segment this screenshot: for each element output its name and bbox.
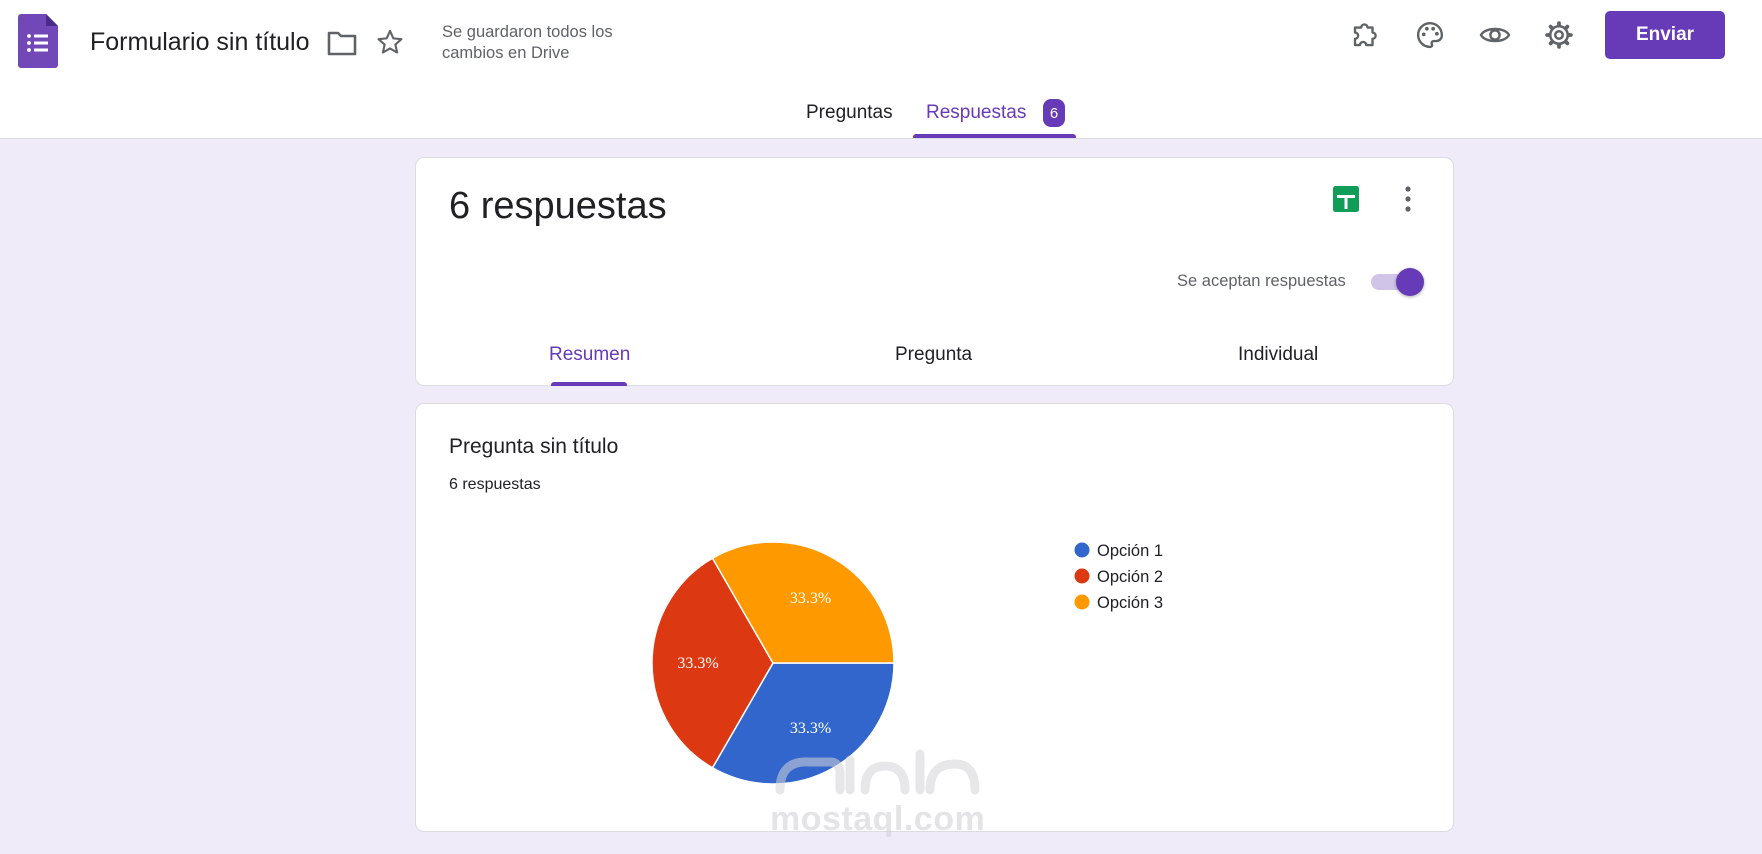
toggle-knob [1396, 268, 1424, 296]
app-header: Formulario sin título Se guardaron todos… [0, 0, 1762, 139]
watermark-arabic-logo-icon [775, 749, 980, 795]
legend-label-3: Opción 3 [1097, 594, 1163, 612]
legend-swatch-1 [1074, 542, 1090, 558]
form-title[interactable]: Formulario sin título [90, 28, 310, 57]
star-icon[interactable] [374, 26, 406, 58]
tab-questions[interactable]: Preguntas [806, 102, 893, 124]
legend-label-2: Opción 2 [1097, 568, 1163, 586]
pie-slice-label-3: 33.3% [790, 590, 831, 607]
addon-icon[interactable] [1348, 18, 1382, 52]
subtab-question[interactable]: Pregunta [895, 344, 972, 366]
send-button[interactable]: Enviar [1605, 11, 1725, 59]
watermark-logo: mostaql.com [770, 740, 990, 840]
save-status-text: Se guardaron todos los cambios en Drive [442, 23, 613, 62]
active-subtab-indicator [551, 382, 627, 386]
accepting-responses-toggle[interactable] [1371, 267, 1425, 296]
accepting-responses-label: Se aceptan respuestas [1177, 272, 1346, 290]
pie-slice-label-1: 33.3% [790, 720, 831, 737]
active-tab-indicator [913, 134, 1076, 138]
settings-gear-icon[interactable] [1542, 18, 1576, 52]
legend-label-1: Opción 1 [1097, 542, 1163, 560]
more-vert-icon[interactable] [1402, 183, 1414, 215]
subtab-individual[interactable]: Individual [1238, 344, 1318, 366]
forms-logo-icon[interactable] [18, 14, 58, 68]
tab-responses[interactable]: Respuestas [926, 102, 1026, 124]
pie-slice-label-2: 33.3% [677, 655, 718, 672]
sheets-icon[interactable] [1333, 186, 1359, 212]
responses-count-title: 6 respuestas [449, 185, 667, 227]
folder-icon[interactable] [326, 27, 358, 59]
legend-swatch-3 [1074, 594, 1090, 610]
palette-icon[interactable] [1413, 18, 1447, 52]
preview-eye-icon[interactable] [1477, 18, 1513, 52]
subtab-summary[interactable]: Resumen [549, 344, 630, 366]
responses-count-badge: 6 [1043, 99, 1065, 127]
watermark-text: mostaql.com [770, 800, 986, 838]
responses-summary-card: 6 respuestas Se aceptan respuestas Resum… [415, 157, 1454, 386]
legend-swatch-2 [1074, 568, 1090, 584]
